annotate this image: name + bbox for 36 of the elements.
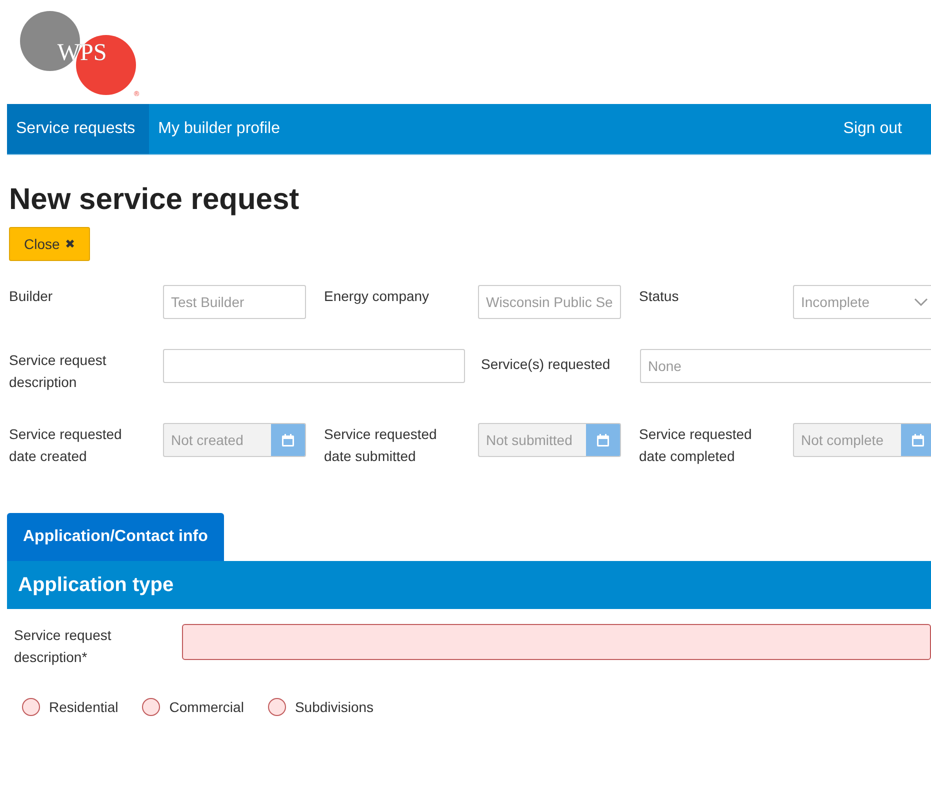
radio-label[interactable]: Commercial bbox=[169, 699, 244, 715]
input-field[interactable] bbox=[182, 624, 931, 660]
radio-label[interactable]: Residential bbox=[49, 699, 118, 715]
field-label: Builder bbox=[9, 287, 54, 306]
tab[interactable]: Application/Contact info bbox=[7, 513, 224, 561]
nav-link[interactable]: Service requests bbox=[7, 104, 150, 154]
input-field[interactable] bbox=[163, 349, 465, 383]
calendar-icon bbox=[282, 434, 294, 446]
field-label: Service request description bbox=[9, 351, 108, 392]
date-field[interactable]: Not submitted bbox=[478, 423, 621, 457]
calendar-icon bbox=[912, 434, 924, 446]
field-label: Service requested date completed bbox=[639, 425, 753, 466]
section-header: Application type bbox=[7, 561, 931, 609]
nav-link[interactable]: My builder profile bbox=[149, 104, 294, 154]
chevron-down-icon bbox=[914, 298, 928, 306]
input-field[interactable]: Test Builder bbox=[163, 285, 306, 319]
radio-button[interactable] bbox=[142, 698, 160, 716]
input-field[interactable]: None bbox=[640, 349, 931, 383]
radio-button[interactable] bbox=[268, 698, 286, 716]
date-field[interactable]: Not created bbox=[163, 423, 306, 457]
field-label: Status bbox=[639, 287, 680, 306]
page-title: New service request bbox=[9, 183, 300, 217]
close-icon: ✖ bbox=[64, 237, 75, 251]
field-label: Service(s) requested bbox=[480, 355, 612, 374]
status-dropdown[interactable]: Incomplete bbox=[793, 285, 931, 319]
field-label: Energy company bbox=[324, 287, 430, 306]
radio-label[interactable]: Subdivisions bbox=[294, 699, 374, 715]
radio-button[interactable] bbox=[22, 698, 40, 716]
field-label: Service request description* bbox=[14, 626, 112, 667]
close-button[interactable]: Close ✖ bbox=[9, 227, 90, 261]
input-field[interactable]: Wisconsin Public Se bbox=[478, 285, 621, 319]
field-label: Service requested date created bbox=[9, 425, 123, 466]
date-field[interactable]: Not complete bbox=[793, 423, 931, 457]
calendar-icon bbox=[597, 434, 609, 446]
field-label: Service requested date submitted bbox=[324, 425, 438, 466]
sign-out-link[interactable]: Sign out bbox=[834, 104, 931, 154]
